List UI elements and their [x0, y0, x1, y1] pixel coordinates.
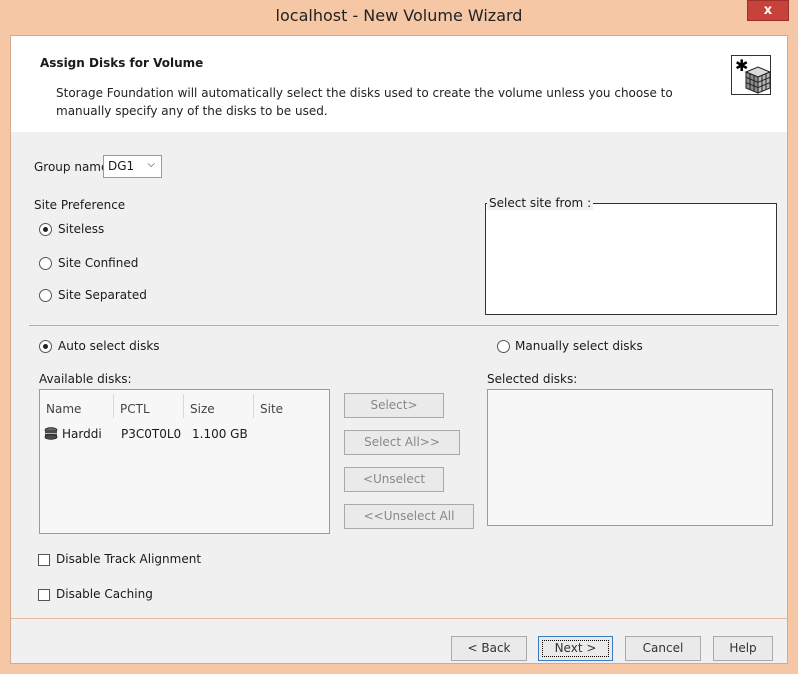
disable-track-alignment-checkbox[interactable] [38, 554, 50, 566]
disk-group-icon: ✱ [731, 55, 772, 95]
select-site-listbox[interactable] [485, 203, 777, 315]
siteless-radio[interactable] [39, 223, 52, 236]
window-title: localhost - New Volume Wizard [275, 6, 523, 25]
column-header-site[interactable]: Site [254, 394, 324, 418]
footer-divider [11, 618, 787, 619]
manual-select-radio[interactable] [497, 340, 510, 353]
site-separated-radio[interactable] [39, 289, 52, 302]
site-confined-label: Site Confined [58, 256, 139, 270]
wizard-client-area: Assign Disks for Volume Storage Foundati… [10, 35, 788, 664]
group-name-combo[interactable]: DG1 ⌵ [103, 155, 162, 178]
selected-disks-list[interactable] [487, 389, 773, 526]
next-button[interactable]: Next > [538, 636, 613, 661]
page-title: Assign Disks for Volume [40, 56, 204, 70]
wizard-window: localhost - New Volume Wizard x Assign D… [0, 0, 798, 674]
title-bar: localhost - New Volume Wizard x [0, 0, 798, 35]
disable-caching-checkbox[interactable] [38, 589, 50, 601]
disk-size-cell: 1.100 GB [192, 427, 248, 441]
page-header: Assign Disks for Volume Storage Foundati… [11, 36, 787, 132]
group-name-value: DG1 [108, 159, 135, 173]
cancel-button[interactable]: Cancel [625, 636, 701, 661]
hard-disk-icon [44, 427, 58, 443]
available-disks-label: Available disks: [39, 372, 132, 386]
section-divider [29, 325, 779, 326]
disk-name-cell: Harddi [62, 427, 102, 441]
column-header-name[interactable]: Name [40, 394, 114, 418]
close-button[interactable]: x [747, 0, 789, 21]
site-preference-label: Site Preference [34, 198, 126, 212]
selected-disks-label: Selected disks: [487, 372, 578, 386]
select-site-label: Select site from : [487, 196, 594, 210]
back-button[interactable]: < Back [451, 636, 527, 661]
siteless-label: Siteless [58, 222, 105, 236]
column-header-size[interactable]: Size [184, 394, 254, 418]
auto-select-radio[interactable] [39, 340, 52, 353]
unselect-button[interactable]: <Unselect [344, 467, 444, 492]
disk-pctl-cell: P3C0T0L0 [121, 427, 182, 441]
chevron-down-icon: ⌵ [147, 159, 155, 170]
select-button[interactable]: Select> [344, 393, 444, 418]
page-description: Storage Foundation will automatically se… [56, 86, 673, 118]
site-separated-label: Site Separated [58, 288, 147, 302]
table-row[interactable]: Harddi P3C0T0L0 1.100 GB [44, 426, 324, 444]
column-header-pctl[interactable]: PCTL [114, 394, 184, 418]
auto-select-label: Auto select disks [58, 339, 160, 353]
group-name-label: Group name: [34, 160, 113, 174]
select-all-button[interactable]: Select All>> [344, 430, 460, 455]
disable-caching-label: Disable Caching [56, 587, 153, 601]
unselect-all-button[interactable]: <<Unselect All [344, 504, 474, 529]
help-button[interactable]: Help [713, 636, 773, 661]
site-confined-radio[interactable] [39, 257, 52, 270]
disable-track-alignment-label: Disable Track Alignment [56, 552, 202, 566]
available-disks-list[interactable]: Name PCTL Size Site Harddi P3C0T0L0 1.10… [39, 389, 330, 534]
manual-select-label: Manually select disks [515, 339, 643, 353]
